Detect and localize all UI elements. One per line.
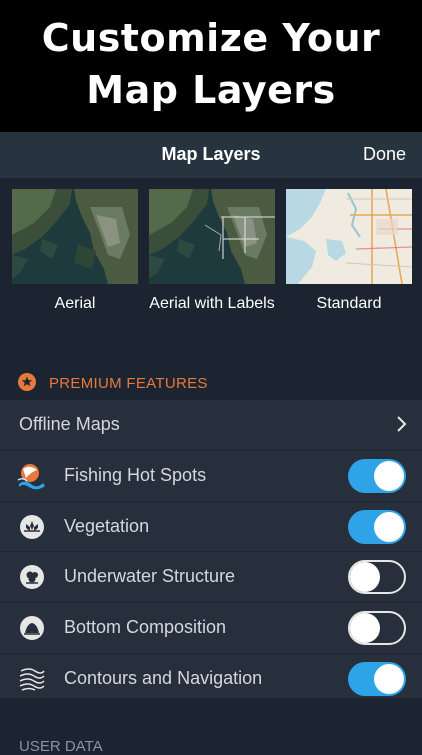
vegetation-icon xyxy=(17,513,47,541)
toggle-knob xyxy=(350,613,380,644)
promo-line-1: Customize Your xyxy=(41,16,381,60)
nav-bar: Map Layers Done xyxy=(0,132,422,179)
layer-row-vegetation: Vegetation xyxy=(0,502,422,553)
bottom-composition-toggle[interactable] xyxy=(348,611,406,646)
toggle-knob xyxy=(374,663,404,694)
standard-thumbnail xyxy=(286,189,412,284)
user-data-header: USER DATA xyxy=(19,738,103,755)
promo-line-2: Map Layers xyxy=(86,68,336,112)
layer-label: Fishing Hot Spots xyxy=(64,464,207,485)
vegetation-toggle[interactable] xyxy=(348,509,406,544)
layer-label: Contours and Navigation xyxy=(64,667,263,688)
map-type-standard[interactable]: Standard xyxy=(286,189,412,314)
toggle-knob xyxy=(374,460,404,491)
page-title: Map Layers xyxy=(161,144,261,164)
underwater-structure-toggle[interactable] xyxy=(348,560,406,595)
offline-maps-label: Offline Maps xyxy=(19,414,120,434)
contours-icon xyxy=(17,665,47,693)
map-type-label: Standard xyxy=(316,295,382,312)
layer-row-contours-navigation: Contours and Navigation xyxy=(0,654,422,704)
fishing-hot-spots-icon xyxy=(17,462,47,490)
map-type-aerial[interactable]: Aerial xyxy=(12,189,138,314)
contours-navigation-toggle[interactable] xyxy=(348,661,406,696)
layer-label: Underwater Structure xyxy=(64,566,236,587)
toggle-knob xyxy=(374,511,404,542)
premium-layers-list: Offline Maps Fishing Hot Spots Vegetatio… xyxy=(0,400,422,704)
layer-row-fishing-hot-spots: Fishing Hot Spots xyxy=(0,451,422,502)
map-type-label: Aerial with Labels xyxy=(149,295,275,312)
promo-banner: Customize Your Map Layers xyxy=(0,0,422,132)
fishing-hot-spots-toggle[interactable] xyxy=(348,458,406,493)
bottom-composition-icon xyxy=(17,614,47,642)
aerial-labels-thumbnail xyxy=(149,189,275,284)
user-data-section: USER DATA xyxy=(0,698,422,755)
layer-label: Bottom Composition xyxy=(64,617,227,638)
underwater-structure-icon xyxy=(17,563,47,591)
layer-row-bottom-composition: Bottom Composition xyxy=(0,603,422,654)
map-type-aerial-labels[interactable]: Aerial with Labels xyxy=(149,189,275,314)
aerial-thumbnail xyxy=(12,189,138,284)
premium-features-header: PREMIUM FEATURES xyxy=(0,364,422,400)
done-button[interactable]: Done xyxy=(363,144,406,165)
offline-maps-row[interactable]: Offline Maps xyxy=(0,400,422,451)
map-type-selector: Aerial Aerial with Labels Standard xyxy=(0,179,422,364)
layer-label: Vegetation xyxy=(64,515,150,536)
star-icon xyxy=(18,373,36,396)
section-title: PREMIUM FEATURES xyxy=(49,375,208,392)
chevron-right-icon xyxy=(396,414,408,439)
layer-row-underwater-structure: Underwater Structure xyxy=(0,552,422,604)
map-type-label: Aerial xyxy=(54,295,96,312)
toggle-knob xyxy=(350,562,380,593)
